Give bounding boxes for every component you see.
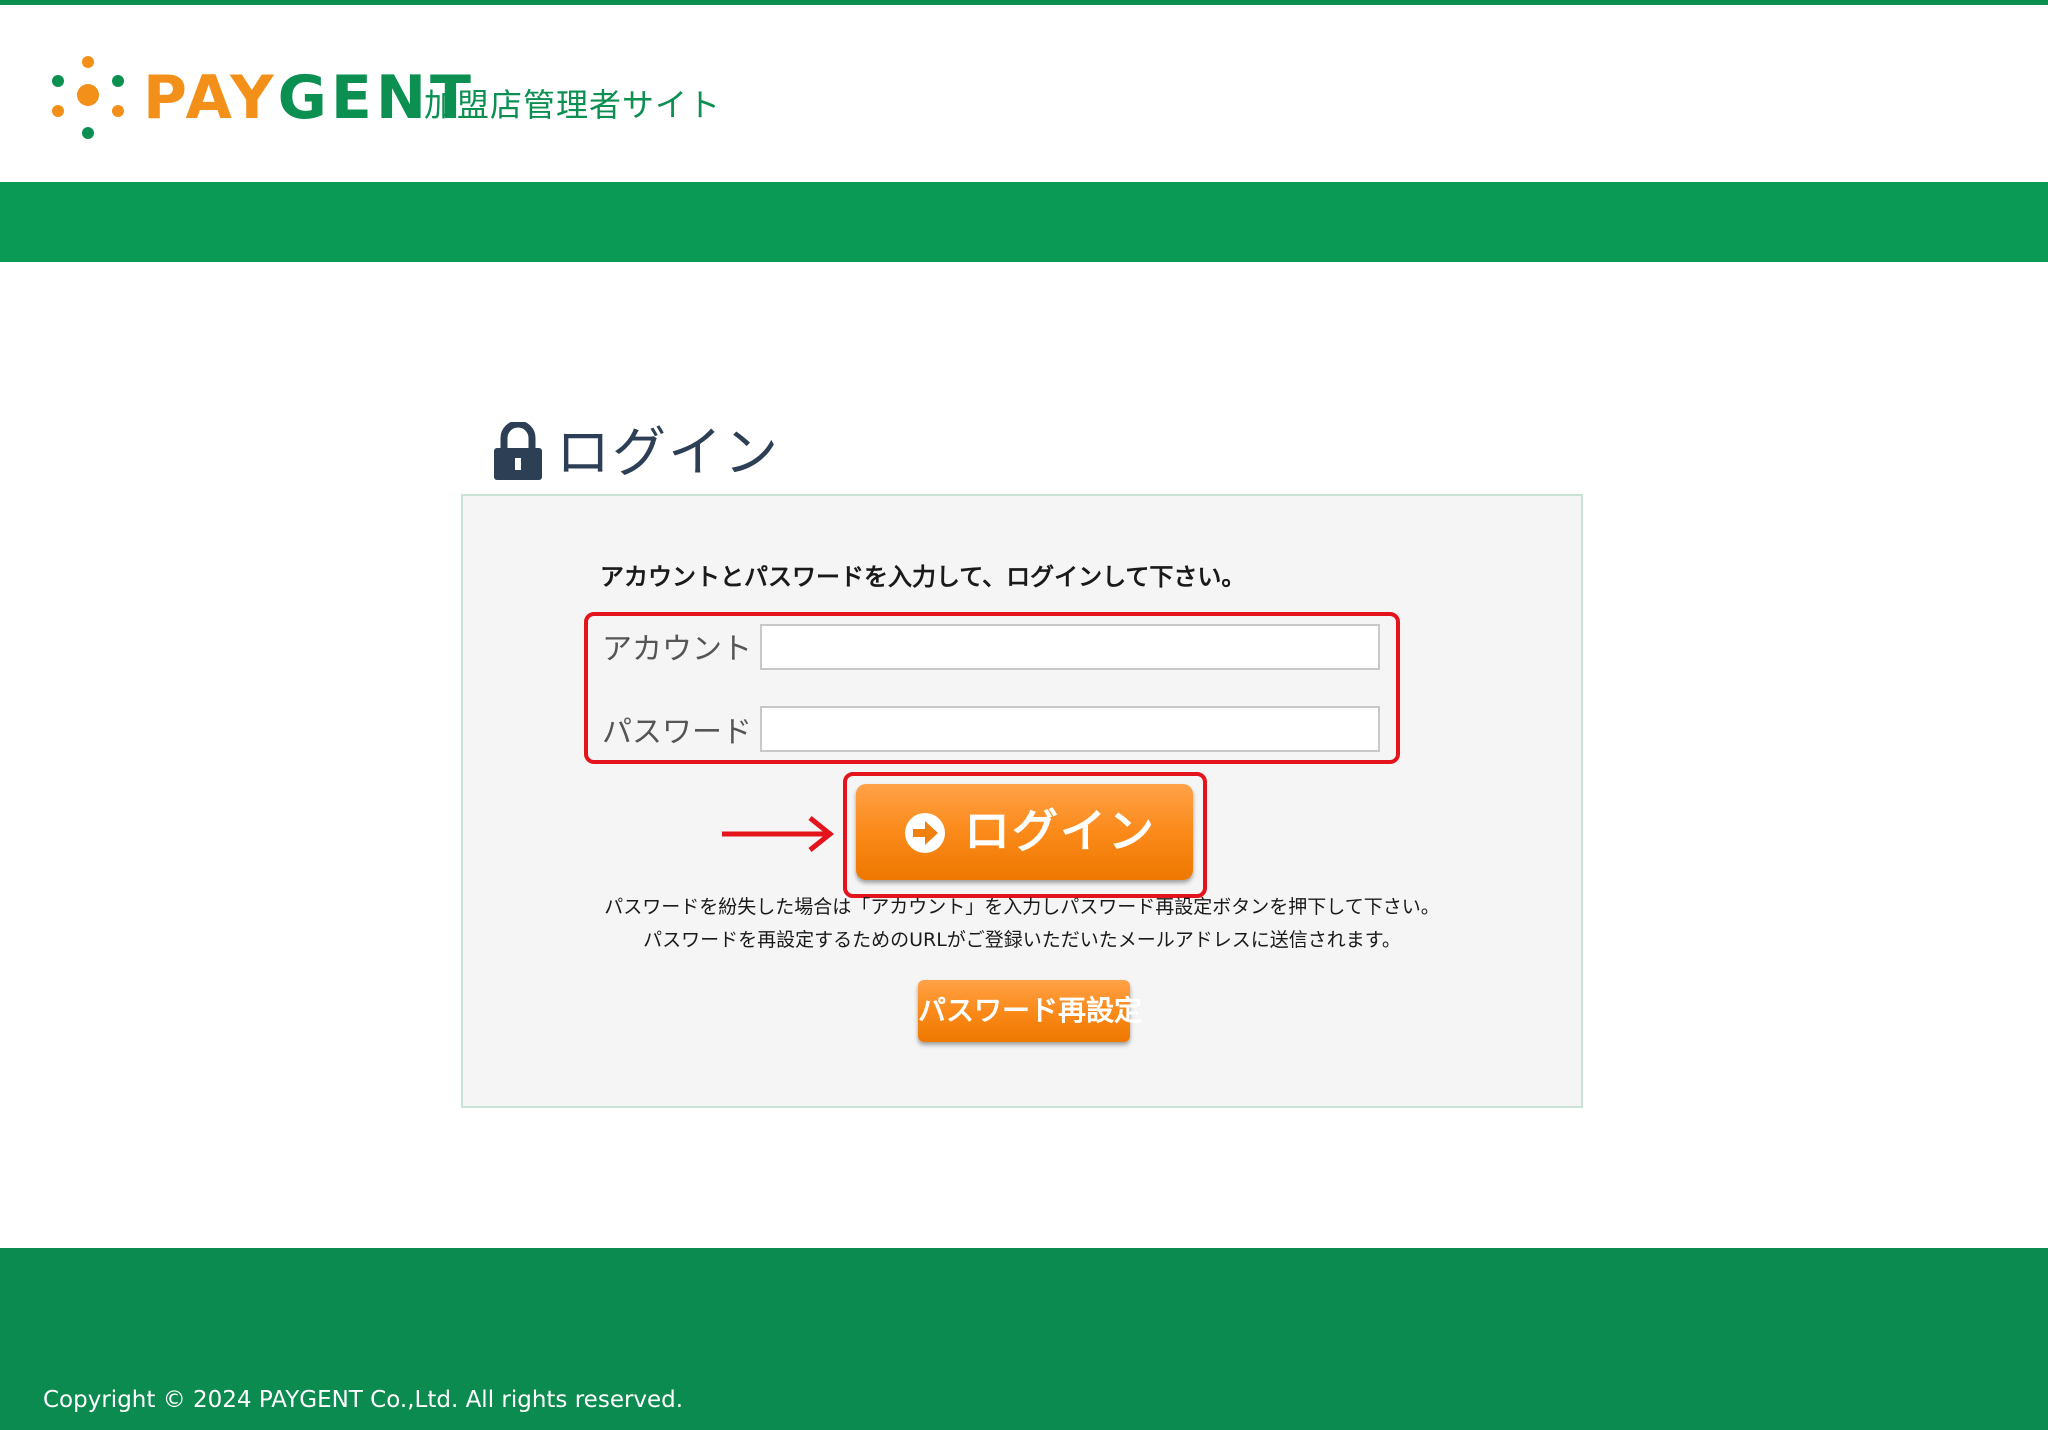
- copyright: Copyright © 2024 PAYGENT Co.,Ltd. All ri…: [43, 1387, 684, 1413]
- password-reset-button[interactable]: パスワード再設定: [918, 980, 1142, 1042]
- page-title: ログイン: [556, 421, 780, 484]
- password-note-line2: パスワードを再設定するためのURLがご登録いただいたメールアドレスに送信されます…: [643, 929, 1401, 951]
- header: PAYGENT 加盟店管理者サイト: [0, 5, 2048, 182]
- paygent-logo-icon: [52, 56, 124, 139]
- arrow-right-icon: [722, 816, 835, 852]
- login-highlight-box: [843, 772, 1207, 898]
- password-note-line1: パスワードを紛失した場合は「アカウント」を入力しパスワード再設定ボタンを押下して…: [604, 896, 1440, 918]
- login-instruction: アカウントとパスワードを入力して、ログインして下さい。: [600, 563, 1246, 591]
- site-name: 加盟店管理者サイト: [424, 86, 722, 124]
- nav-bar: [0, 182, 2048, 262]
- lock-icon: [494, 422, 542, 480]
- logo-wordmark-pay: PAY: [143, 63, 278, 133]
- fields-highlight-box: [584, 612, 1400, 764]
